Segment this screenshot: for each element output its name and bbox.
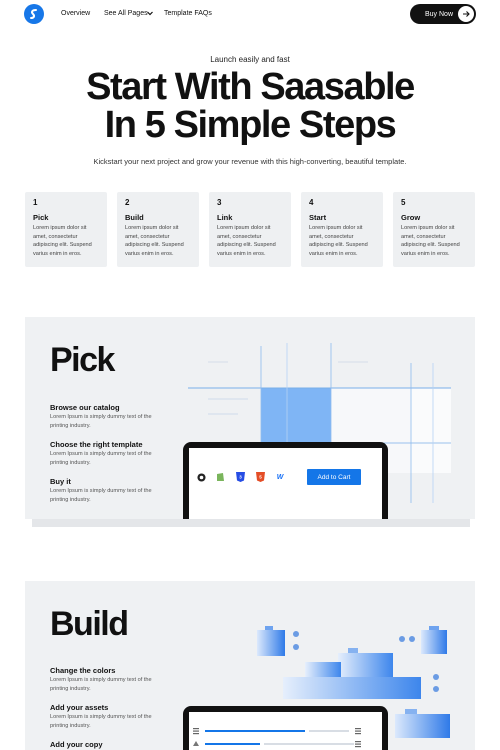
hero-title-line2: In 5 Simple Steps	[104, 104, 397, 146]
nav-see-all-pages[interactable]: See All Pages	[104, 10, 148, 17]
webflow-icon: W	[276, 473, 284, 481]
hero-title-line1: Start With Saasable	[86, 66, 415, 108]
top-nav: Overview See All Pages Template FAQs Buy…	[0, 0, 500, 28]
feature-text: Lorem Ipsum is simply dummy text of the …	[50, 714, 152, 729]
editor-toolbar	[193, 728, 361, 748]
laptop-screen: 3 5 W Add to Cart	[189, 448, 382, 519]
step-text: Lorem ipsum dolor sit amet, consectetur …	[33, 225, 92, 257]
step-text: Lorem ipsum dolor sit amet, consectetur …	[401, 225, 460, 257]
feature-heading: Change the colors	[50, 666, 116, 675]
feature-heading: Browse our catalog	[50, 403, 120, 412]
step-number: 4	[309, 198, 314, 207]
feature-heading: Buy it	[50, 477, 71, 486]
step-text: Lorem ipsum dolor sit amet, consectetur …	[217, 225, 276, 257]
step-number: 3	[217, 198, 222, 207]
feature-heading: Add your assets	[50, 703, 109, 712]
step-card-build: 2 Build Lorem ipsum dolor sit amet, cons…	[117, 192, 199, 267]
pick-title: Pick	[50, 341, 115, 379]
step-card-pick: 1 Pick Lorem ipsum dolor sit amet, conse…	[25, 192, 107, 267]
pick-section: Pick Browse our catalog Lorem Ipsum is s…	[25, 317, 475, 519]
step-number: 5	[401, 198, 406, 207]
add-to-cart-button[interactable]: Add to Cart	[307, 469, 361, 485]
step-card-grow: 5 Grow Lorem ipsum dolor sit amet, conse…	[393, 192, 475, 267]
chevron-down-icon[interactable]	[146, 9, 154, 17]
step-name: Pick	[33, 213, 49, 222]
feature-text: Lorem Ipsum is simply dummy text of the …	[50, 677, 152, 692]
hero-description: Kickstart your next project and grow you…	[93, 157, 407, 166]
step-number: 2	[125, 198, 130, 207]
buy-now-label: Buy Now	[425, 10, 454, 18]
step-name: Grow	[401, 213, 421, 222]
build-title: Build	[50, 605, 129, 643]
feature-text: Lorem Ipsum is simply dummy text of the …	[50, 488, 152, 503]
shopify-icon	[215, 472, 225, 482]
feature-heading: Choose the right template	[50, 440, 143, 449]
step-card-start: 4 Start Lorem ipsum dolor sit amet, cons…	[301, 192, 383, 267]
feature-text: Lorem Ipsum is simply dummy text of the …	[50, 414, 152, 429]
arrow-right-icon	[458, 6, 474, 22]
hero-title: Start With Saasable In 5 Simple Steps	[0, 68, 500, 144]
step-name: Build	[125, 213, 144, 222]
step-text: Lorem ipsum dolor sit amet, consectetur …	[125, 225, 184, 257]
hero-eyebrow: Launch easily and fast	[210, 55, 290, 64]
nav-overview[interactable]: Overview	[61, 10, 90, 17]
step-name: Link	[217, 213, 233, 222]
step-name: Start	[309, 213, 327, 222]
build-section: Build Change the colors Lorem Ipsum is s…	[25, 581, 475, 750]
pick-shelf	[32, 519, 470, 527]
nav-template-faqs[interactable]: Template FAQs	[164, 10, 212, 17]
buy-now-button[interactable]: Buy Now	[410, 4, 476, 24]
css3-icon: 3	[235, 472, 245, 482]
step-text: Lorem ipsum dolor sit amet, consectetur …	[309, 225, 368, 257]
laptop-screen	[189, 712, 382, 750]
feature-text: Lorem Ipsum is simply dummy text of the …	[50, 451, 152, 466]
step-card-link: 3 Link Lorem ipsum dolor sit amet, conse…	[209, 192, 291, 267]
feature-heading: Add your copy	[50, 740, 103, 749]
step-number: 1	[33, 198, 38, 207]
html5-icon: 5	[255, 472, 265, 482]
logo-icon[interactable]	[24, 4, 44, 24]
github-icon	[196, 472, 206, 482]
